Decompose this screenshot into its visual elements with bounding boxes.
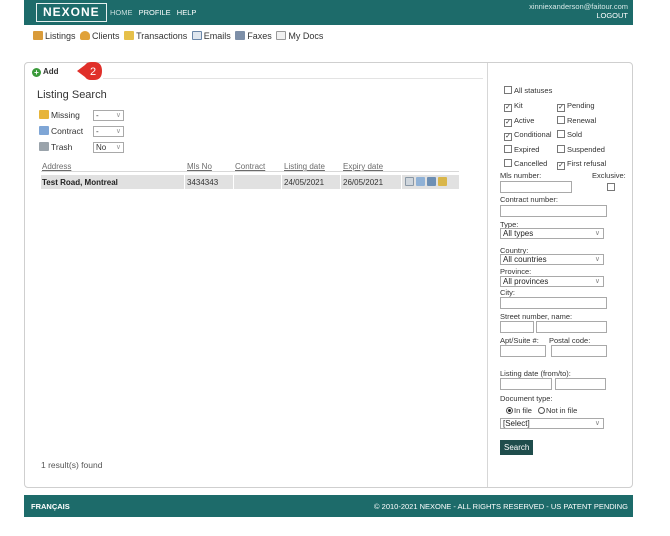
copyright: © 2010-2021 NEXONE - ALL RIGHTS RESERVED…	[374, 502, 628, 511]
nav-emails[interactable]: Emails	[191, 31, 231, 41]
table-header: Address Mls No Contract Listing date Exp…	[41, 162, 459, 172]
missing-select[interactable]: - ∨	[93, 110, 124, 122]
folder-icon	[124, 31, 135, 40]
tag-icon	[39, 110, 49, 119]
col-contract[interactable]: Contract	[235, 162, 265, 171]
type-select[interactable]: All types ∨	[500, 228, 604, 239]
status-suspended[interactable]: Suspended	[557, 145, 605, 154]
col-expiry-date[interactable]: Expiry date	[343, 162, 383, 171]
col-address[interactable]: Address	[42, 162, 71, 171]
status-first-refusal[interactable]: ✓ First refusal	[557, 159, 606, 170]
listing-date-label: Listing date (from/to):	[500, 369, 571, 378]
status-kit[interactable]: ✓ Kit	[504, 101, 523, 112]
status-active[interactable]: ✓ Active	[504, 116, 534, 127]
logout-link[interactable]: LOGOUT	[529, 11, 628, 20]
step-badge-number: 2	[90, 66, 96, 78]
document-type-label: Document type:	[500, 394, 553, 403]
status-conditional[interactable]: ✓ Conditional	[504, 130, 552, 141]
footer: FRANÇAIS © 2010-2021 NEXONE - ALL RIGHTS…	[24, 495, 633, 517]
language-link[interactable]: FRANÇAIS	[31, 502, 70, 511]
missing-filter-row: Missing - ∨	[39, 110, 124, 122]
envelope-icon	[191, 31, 202, 40]
top-bar: NEXONE HOME PROFILE HELP xinniexanderson…	[24, 0, 633, 25]
province-select[interactable]: All provinces ∨	[500, 276, 604, 287]
contract-number-input[interactable]	[500, 205, 607, 217]
contract-select[interactable]: - ∨	[93, 126, 124, 138]
add-button[interactable]: + Add	[32, 67, 59, 77]
country-select[interactable]: All countries ∨	[500, 254, 604, 265]
row-actions	[405, 177, 449, 188]
nav-help[interactable]: HELP	[177, 8, 197, 17]
contract-icon	[39, 126, 49, 135]
apt-label: Apt/Suite #:	[500, 336, 539, 345]
street-label: Street number, name:	[500, 312, 573, 321]
table-row[interactable]: Test Road, Montreal 3434343 24/05/2021 2…	[41, 175, 459, 189]
in-file-radio[interactable]: In file	[506, 406, 532, 415]
results-count: 1 result(s) found	[41, 460, 103, 470]
email-icon[interactable]	[416, 177, 425, 186]
contract-filter-row: Contract - ∨	[39, 126, 124, 138]
status-sold[interactable]: Sold	[557, 130, 582, 139]
nav-home[interactable]: HOME	[110, 8, 133, 17]
status-cancelled[interactable]: Cancelled	[504, 159, 547, 168]
step-badge: 2	[77, 62, 102, 80]
listing-search-title: Listing Search	[37, 89, 107, 101]
edit-icon[interactable]	[438, 177, 447, 186]
trash-select[interactable]: No ∨	[93, 142, 124, 154]
listing-date-from-input[interactable]	[500, 378, 552, 390]
user-box: xinniexanderson@faitour.com LOGOUT	[529, 2, 628, 20]
listing-results-area: + Add Listing Search Missing - ∨ Contract - ∨…	[25, 63, 487, 487]
nav-clients[interactable]: Clients	[80, 31, 120, 41]
main-panel: + Add Listing Search Missing - ∨ Contract - ∨…	[24, 62, 633, 488]
person-icon	[80, 31, 91, 40]
trash-filter-row: Trash No ∨	[39, 142, 124, 154]
all-statuses-checkbox[interactable]: All statuses	[504, 86, 552, 95]
view-document-icon[interactable]	[405, 177, 414, 186]
col-listing-date[interactable]: Listing date	[284, 162, 325, 171]
filter-sidebar: All statuses ✓ Kit ✓ Pending ✓ Active Renew…	[487, 63, 633, 487]
postal-code-input[interactable]	[551, 345, 607, 357]
top-nav: HOME PROFILE HELP	[110, 8, 200, 17]
postal-code-label: Postal code:	[549, 336, 591, 345]
listings-table: Address Mls No Contract Listing date Exp…	[41, 162, 459, 189]
nav-transactions[interactable]: Transactions	[124, 31, 187, 41]
not-in-file-radio[interactable]: Not in file	[538, 406, 577, 415]
nav-listings[interactable]: Listings	[33, 31, 76, 41]
nav-profile[interactable]: PROFILE	[139, 8, 171, 17]
mls-number-input[interactable]	[500, 181, 572, 193]
street-name-input[interactable]	[536, 321, 607, 333]
print-icon[interactable]	[427, 177, 436, 186]
status-expired[interactable]: Expired	[504, 145, 539, 154]
apt-input[interactable]	[500, 345, 546, 357]
status-renewal[interactable]: Renewal	[557, 116, 596, 125]
nav-my-docs[interactable]: My Docs	[276, 31, 323, 41]
contract-number-label: Contract number:	[500, 195, 558, 204]
cell-mls: 3434343	[187, 178, 219, 187]
col-mls-no[interactable]: Mls No	[187, 162, 212, 171]
document-type-select[interactable]: [Select] ∨	[500, 418, 604, 429]
exclusive-checkbox[interactable]	[607, 183, 617, 192]
house-icon	[33, 31, 43, 40]
mls-number-label: Mls number:	[500, 171, 542, 180]
exclusive-label: Exclusive:	[592, 171, 626, 180]
listing-date-to-input[interactable]	[555, 378, 606, 390]
search-button[interactable]: Search	[500, 440, 534, 455]
province-label: Province:	[500, 267, 532, 276]
city-input[interactable]	[500, 297, 607, 309]
city-label: City:	[500, 288, 515, 297]
cell-expiry-date: 26/05/2021	[343, 178, 384, 187]
nav-faxes[interactable]: Faxes	[235, 31, 272, 41]
printer-icon	[235, 31, 246, 40]
nexone-logo[interactable]: NEXONE	[36, 3, 107, 22]
plus-icon: +	[32, 68, 41, 77]
cell-address: Test Road, Montreal	[42, 178, 118, 187]
trash-icon	[39, 142, 49, 151]
street-number-input[interactable]	[500, 321, 534, 333]
divider	[103, 78, 483, 79]
documents-icon	[276, 31, 287, 40]
status-pending[interactable]: ✓ Pending	[557, 101, 595, 112]
cell-listing-date: 24/05/2021	[284, 178, 325, 187]
main-nav: Listings Clients Transactions Emails Fax…	[33, 31, 325, 41]
user-email: xinniexanderson@faitour.com	[529, 2, 628, 11]
